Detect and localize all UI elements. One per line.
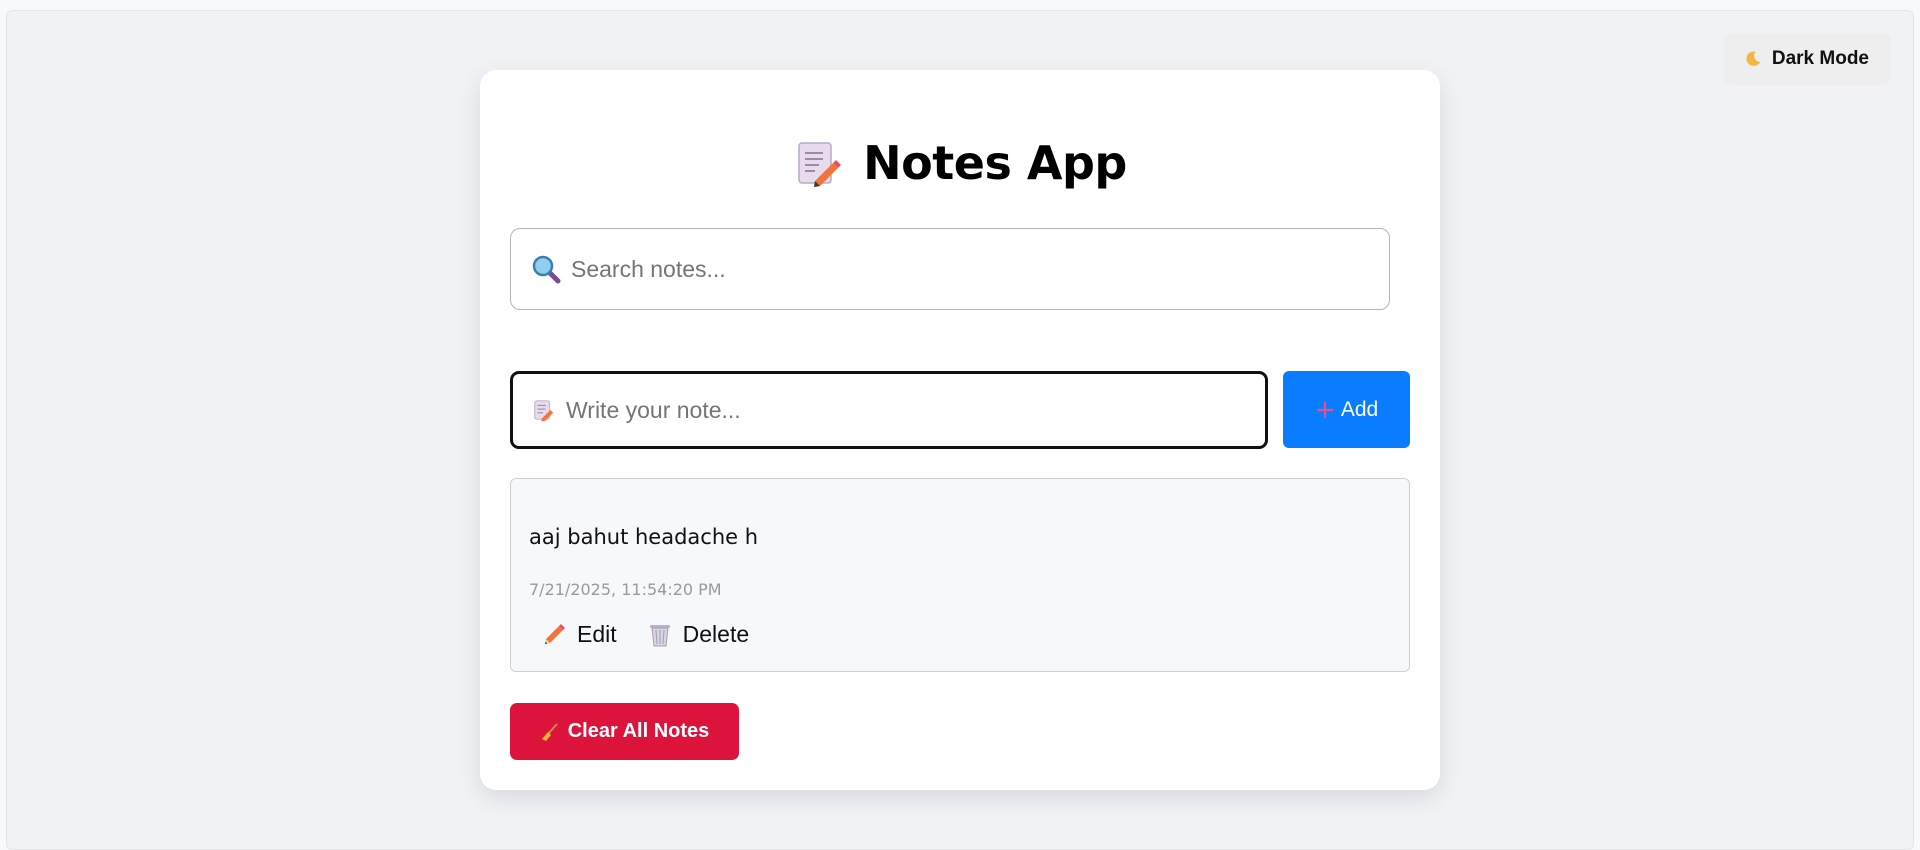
- app-title: Notes App: [863, 136, 1127, 190]
- edit-label: Edit: [577, 621, 617, 647]
- dark-mode-label: Dark Mode: [1771, 48, 1869, 69]
- wastebasket-icon: [649, 624, 670, 646]
- moon-icon: [1746, 51, 1761, 66]
- note-field[interactable]: [510, 371, 1268, 449]
- edit-note-button[interactable]: Edit: [541, 621, 617, 648]
- page-title: Notes App: [0, 136, 1920, 190]
- note-input[interactable]: [564, 395, 1265, 425]
- plus-icon: [1316, 401, 1333, 418]
- memo-icon: [534, 400, 554, 421]
- pencil-icon: [545, 623, 565, 644]
- clear-all-label: Clear All Notes: [567, 720, 710, 742]
- clear-all-notes-button[interactable]: Clear All Notes: [510, 703, 739, 760]
- magnifier-icon: [532, 255, 561, 284]
- add-note-button[interactable]: Add: [1283, 371, 1410, 448]
- note-timestamp: 7/21/2025, 11:54:20 PM: [529, 580, 722, 599]
- delete-label: Delete: [682, 621, 750, 647]
- note-actions: Edit Delete: [541, 621, 749, 648]
- note-text: aaj bahut headache h: [529, 525, 759, 549]
- note-card: aaj bahut headache h 7/21/2025, 11:54:20…: [510, 478, 1410, 672]
- broom-icon: [541, 722, 558, 741]
- dark-mode-toggle[interactable]: Dark Mode: [1723, 33, 1891, 85]
- delete-note-button[interactable]: Delete: [647, 621, 749, 648]
- search-input[interactable]: [569, 254, 1389, 284]
- search-field[interactable]: [510, 228, 1390, 310]
- add-button-label: Add: [1340, 397, 1379, 421]
- memo-icon: [798, 142, 842, 187]
